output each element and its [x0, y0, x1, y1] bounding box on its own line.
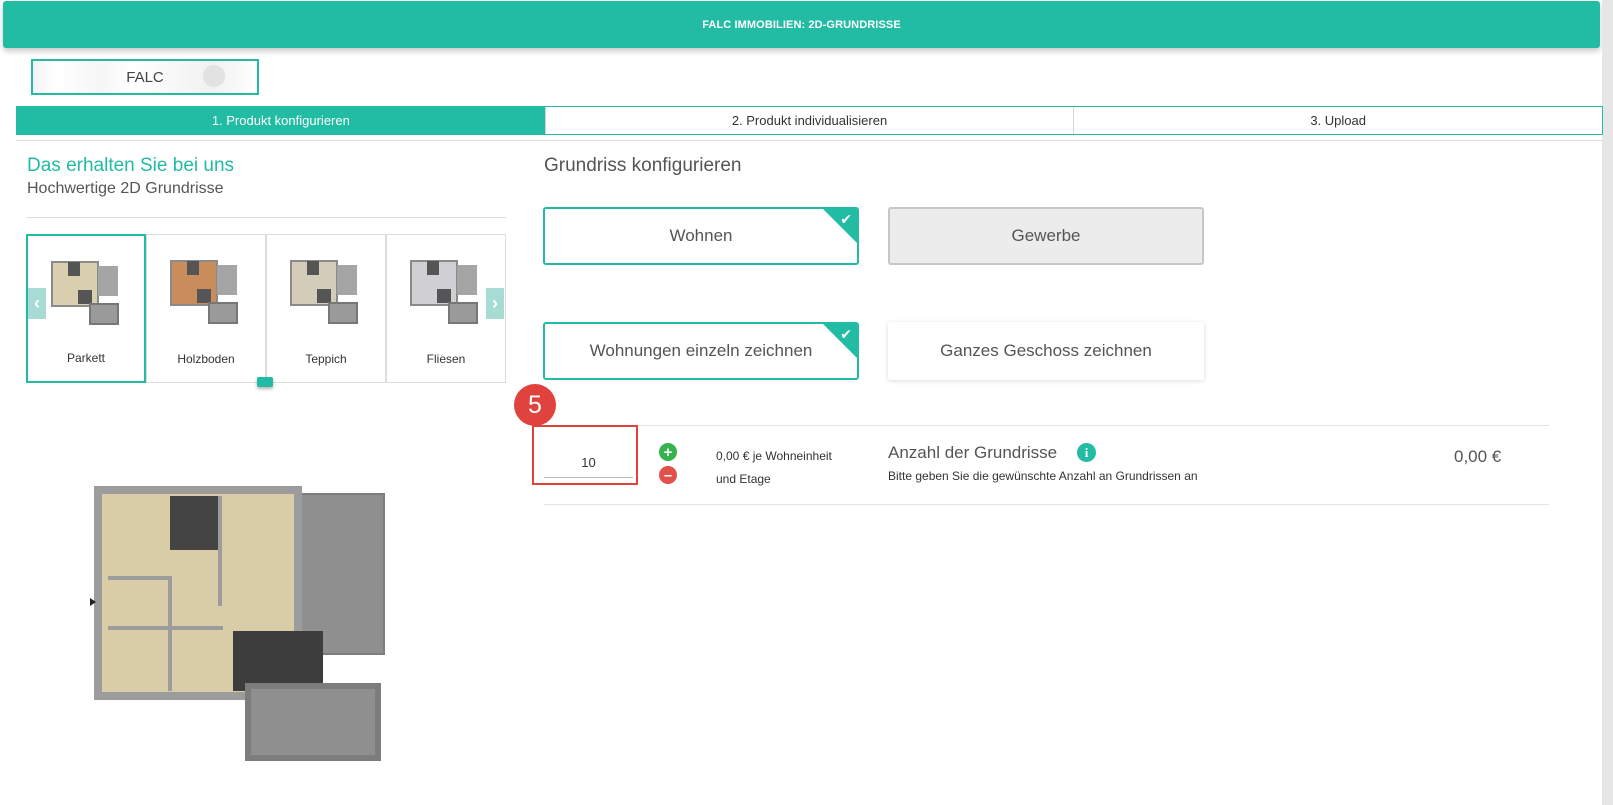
- floorplan-thumbnail: [170, 260, 238, 324]
- chevron-right-icon: ›: [492, 293, 498, 313]
- option-ganzes-geschoss[interactable]: Ganzes Geschoss zeichnen: [888, 322, 1204, 380]
- swatch-holzboden[interactable]: Holzboden: [146, 234, 266, 383]
- step-configure[interactable]: 1. Produkt konfigurieren: [17, 107, 545, 134]
- swatch-teppich[interactable]: Teppich: [266, 234, 386, 383]
- price-note-line: 0,00 € je Wohneinheit: [716, 449, 832, 463]
- check-icon: ✔: [840, 326, 852, 342]
- step-badge: 5: [514, 384, 556, 426]
- unit-price-note: 0,00 € je Wohneinheit und Etage: [716, 445, 832, 491]
- window-edge: [1602, 0, 1613, 805]
- plus-icon[interactable]: +: [659, 443, 677, 461]
- divider: [544, 425, 1549, 426]
- option-label: Ganzes Geschoss zeichnen: [940, 341, 1152, 360]
- step-progress: 1. Produkt konfigurieren 2. Produkt indi…: [16, 106, 1603, 135]
- total-price: 0,00 €: [1454, 447, 1502, 466]
- minus-icon[interactable]: –: [659, 466, 677, 484]
- quantity-input[interactable]: [544, 447, 633, 478]
- divider: [544, 504, 1549, 505]
- app-title: FALC IMMOBILIEN: 2D-GRUNDRISSE: [702, 18, 901, 31]
- swatch-label: Holzboden: [177, 352, 235, 366]
- floorplan-thumbnail: [51, 261, 119, 325]
- quantity-title: Anzahl der Grundrisse: [888, 443, 1058, 462]
- carousel-prev-button[interactable]: ‹: [28, 288, 46, 319]
- left-title: Das erhalten Sie bei uns: [27, 155, 235, 176]
- quantity-description: Bitte geben Sie die gewünschte Anzahl an…: [888, 469, 1198, 483]
- step-configure-label: 1. Produkt konfigurieren: [211, 113, 350, 128]
- option-label: Wohnen: [669, 226, 733, 245]
- carousel-indicator[interactable]: [257, 377, 273, 387]
- price-note-line: und Etage: [716, 472, 771, 486]
- option-label: Wohnungen einzeln zeichnen: [589, 341, 813, 360]
- carousel-next-button[interactable]: ›: [486, 288, 504, 319]
- option-wohnen[interactable]: Wohnen ✔: [543, 207, 859, 265]
- step-upload[interactable]: 3. Upload: [1073, 107, 1603, 134]
- swatch-label: Teppich: [305, 352, 347, 366]
- logo-text: FALC: [126, 69, 164, 86]
- section-title: Grundriss konfigurieren: [544, 155, 742, 176]
- step-upload-label: 3. Upload: [1310, 113, 1366, 128]
- chevron-left-icon: ‹: [34, 293, 40, 313]
- floorplan-thumbnail: [410, 260, 478, 324]
- swatch-label: Fliesen: [426, 352, 466, 366]
- option-label: Gewerbe: [1011, 226, 1081, 245]
- step-individualize-label: 2. Produkt individualisieren: [731, 113, 888, 128]
- option-gewerbe[interactable]: Gewerbe: [888, 207, 1204, 265]
- check-icon: ✔: [840, 211, 852, 227]
- floorplan-thumbnail: [290, 260, 358, 324]
- app-header: FALC IMMOBILIEN: 2D-GRUNDRISSE: [3, 1, 1600, 48]
- step-individualize[interactable]: 2. Produkt individualisieren: [544, 107, 1074, 134]
- info-icon[interactable]: i: [1077, 443, 1096, 462]
- divider: [27, 217, 506, 218]
- floorplan-preview: [90, 486, 385, 761]
- divider: [16, 140, 1603, 141]
- left-subtitle: Hochwertige 2D Grundrisse: [27, 180, 224, 197]
- option-wohnungen-einzeln[interactable]: Wohnungen einzeln zeichnen ✔: [543, 322, 859, 380]
- swatch-label: Parkett: [66, 351, 105, 365]
- logo[interactable]: FALC: [31, 59, 259, 95]
